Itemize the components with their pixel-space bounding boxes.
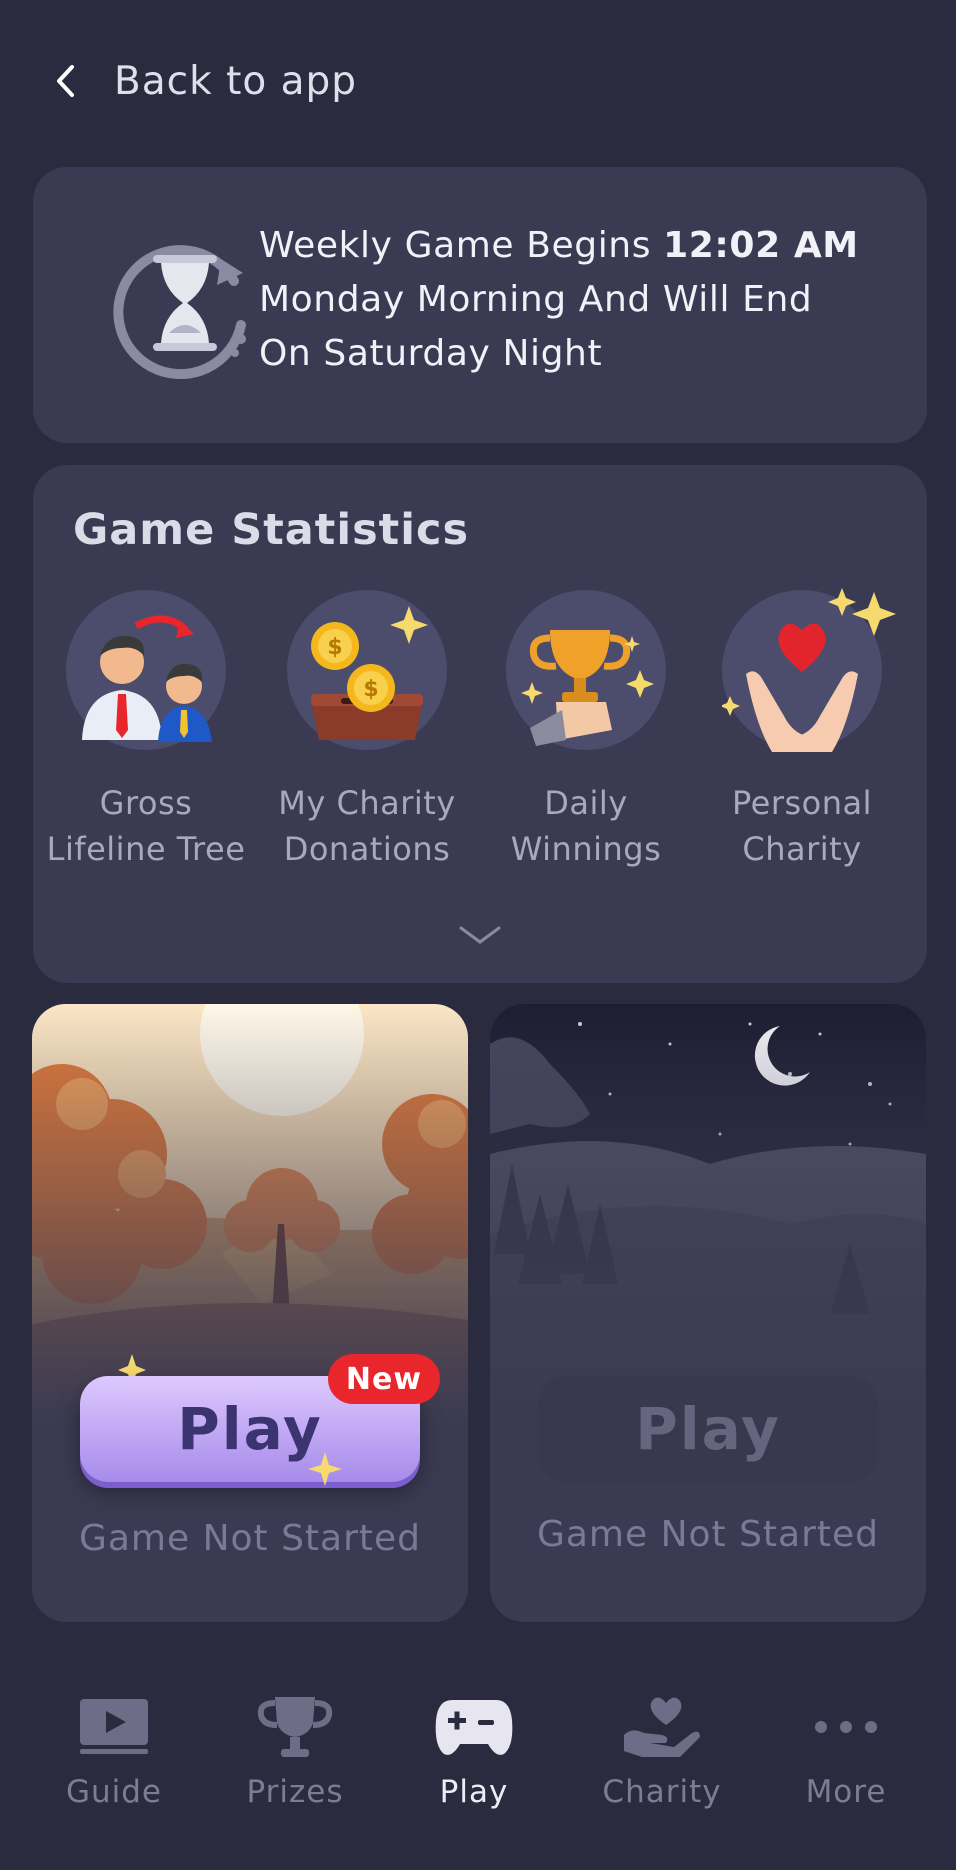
hourglass-timer-icon xyxy=(113,245,246,379)
svg-text:$: $ xyxy=(363,677,378,702)
stat-label-line1: My Charity xyxy=(278,784,456,822)
video-icon xyxy=(80,1699,148,1754)
bottom-tab-bar: Guide Prizes Play Charity More xyxy=(0,1670,956,1830)
tab-play[interactable]: Play xyxy=(389,1690,559,1810)
tab-charity[interactable]: Charity xyxy=(577,1690,747,1810)
stat-circle xyxy=(722,588,896,752)
play-button-disabled[interactable]: Play xyxy=(538,1376,878,1482)
stat-daily-winnings[interactable]: Daily Winnings xyxy=(481,590,691,872)
weekly-game-info-card: Weekly Game Begins 12:02 AM Monday Morni… xyxy=(33,167,927,443)
stat-circle xyxy=(506,590,666,750)
stat-label-line2: Lifeline Tree xyxy=(46,830,246,868)
tab-label: Guide xyxy=(65,1774,163,1810)
charity-hand-icon xyxy=(624,1697,700,1757)
stat-label-line1: Personal xyxy=(731,784,873,822)
heart-hands-icon xyxy=(722,588,896,752)
tab-more[interactable]: More xyxy=(761,1690,931,1810)
tab-label: Play xyxy=(439,1774,509,1810)
weekly-line3: On Saturday Night xyxy=(259,333,603,374)
game-status-label: Game Not Started xyxy=(536,1514,880,1555)
gamepad-icon xyxy=(435,1700,513,1755)
more-dots-icon xyxy=(815,1721,877,1733)
tab-label: Charity xyxy=(602,1774,722,1810)
weekly-start-time: 12:02 AM xyxy=(663,225,859,266)
stat-my-charity-donations[interactable]: $ $ My Charity Donations xyxy=(262,590,472,872)
trophy-hand-icon xyxy=(521,630,654,746)
weekly-game-text: Weekly Game Begins 12:02 AM Monday Morni… xyxy=(259,219,899,381)
stat-circle xyxy=(66,590,226,750)
weekly-line2: Monday Morning And Will End xyxy=(259,279,813,320)
chevron-left-icon xyxy=(52,63,78,99)
trophy-icon xyxy=(257,1697,333,1757)
weekly-line1: Weekly Game Begins xyxy=(259,225,652,266)
game-status-label: Game Not Started xyxy=(78,1518,422,1559)
back-to-app-link[interactable]: Back to app xyxy=(52,50,357,112)
tab-label: Prizes xyxy=(246,1774,344,1810)
game-card-day[interactable]: Play New Game Not Started xyxy=(32,1004,468,1622)
stat-label-line1: Gross xyxy=(99,784,193,822)
back-to-app-label: Back to app xyxy=(114,58,358,104)
tab-guide[interactable]: Guide xyxy=(29,1690,199,1810)
stat-gross-lifeline-tree[interactable]: Gross Lifeline Tree xyxy=(41,590,251,872)
svg-text:$: $ xyxy=(327,635,342,660)
coin-donation-icon: $ $ xyxy=(311,606,428,740)
game-statistics-card: Game Statistics Gross Lifeline Tree $ $ … xyxy=(33,465,927,983)
stat-circle: $ $ xyxy=(287,590,447,750)
stat-personal-charity[interactable]: Personal Charity xyxy=(697,588,907,872)
stat-label-line2: Charity xyxy=(742,830,862,868)
tab-prizes[interactable]: Prizes xyxy=(210,1690,380,1810)
stat-label-line1: Daily xyxy=(544,784,628,822)
game-card-night[interactable]: Play Game Not Started xyxy=(490,1004,926,1622)
sparkle-icon xyxy=(308,1452,342,1486)
stat-label-line2: Winnings xyxy=(510,830,662,868)
tab-label: More xyxy=(805,1774,887,1810)
new-badge: New xyxy=(328,1354,440,1404)
chevron-down-icon[interactable] xyxy=(455,920,505,950)
stat-label-line2: Donations xyxy=(283,830,451,868)
game-statistics-title: Game Statistics xyxy=(73,505,470,555)
people-referral-icon xyxy=(82,615,212,742)
night-scene xyxy=(490,1004,926,1424)
